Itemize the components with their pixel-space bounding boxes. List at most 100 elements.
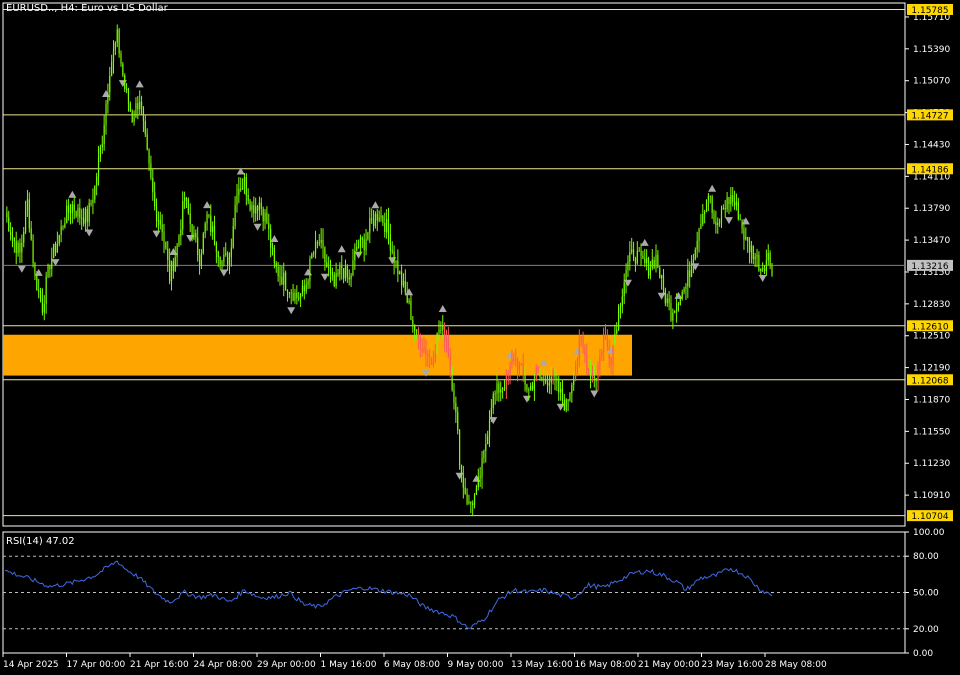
candle-body bbox=[696, 240, 698, 250]
candle-body bbox=[689, 270, 691, 277]
candle-body bbox=[464, 487, 466, 494]
candle-body bbox=[685, 286, 687, 289]
candle-body bbox=[122, 63, 124, 76]
candle-body bbox=[90, 202, 92, 204]
candle-body bbox=[241, 187, 244, 190]
candle-body bbox=[655, 254, 657, 268]
candle-body bbox=[268, 223, 270, 230]
candle-body bbox=[502, 388, 504, 390]
candle-body bbox=[649, 267, 652, 276]
candle-body bbox=[99, 147, 102, 158]
candle-body bbox=[10, 231, 12, 236]
fractal-down-marker bbox=[657, 292, 666, 300]
candle-body bbox=[170, 261, 173, 282]
candle-body bbox=[747, 237, 749, 242]
candle-body bbox=[251, 204, 253, 210]
rsi-level-label: 100.00 bbox=[913, 528, 945, 538]
candle-body bbox=[606, 338, 608, 347]
candle-body bbox=[399, 271, 401, 275]
candle-body bbox=[391, 250, 393, 252]
candle-body bbox=[604, 335, 607, 339]
candle-body bbox=[21, 242, 23, 253]
candle-body bbox=[610, 358, 612, 366]
candle-body bbox=[298, 297, 300, 299]
candle-body bbox=[640, 250, 642, 256]
candle-body bbox=[285, 272, 287, 290]
candle-body bbox=[309, 258, 311, 282]
candle-body bbox=[127, 89, 130, 104]
level-price-label: 1.14186 bbox=[911, 165, 948, 175]
candle-body bbox=[262, 208, 264, 222]
price-tick-label: 1.15390 bbox=[913, 45, 950, 55]
candle-body bbox=[167, 248, 169, 261]
candle-body bbox=[460, 464, 463, 476]
candle-body bbox=[679, 298, 681, 305]
candle-body bbox=[204, 223, 206, 234]
candle-body bbox=[631, 249, 633, 253]
candle-body bbox=[155, 206, 158, 221]
candle-body bbox=[722, 207, 724, 210]
price-tick-label: 1.12510 bbox=[913, 332, 950, 342]
candle-body bbox=[94, 185, 96, 200]
candle-body bbox=[221, 261, 223, 265]
candle-body bbox=[524, 374, 526, 385]
candle-body bbox=[232, 226, 234, 248]
candle-body bbox=[54, 243, 57, 253]
time-tick-label: 29 Apr 00:00 bbox=[257, 660, 316, 670]
candle-body bbox=[8, 217, 10, 232]
fractal-down-marker bbox=[590, 390, 599, 398]
candle-body bbox=[305, 284, 307, 292]
fractal-down-marker bbox=[354, 251, 363, 259]
candle-body bbox=[363, 239, 365, 251]
candle-body bbox=[253, 204, 255, 214]
candle-body bbox=[687, 270, 689, 287]
candle-body bbox=[161, 224, 163, 233]
candle-body bbox=[382, 215, 384, 223]
candle-body bbox=[440, 329, 442, 331]
candle-body bbox=[189, 213, 191, 224]
candle-body bbox=[569, 393, 571, 401]
candle-body bbox=[698, 228, 700, 241]
candle-body bbox=[488, 420, 491, 437]
candle-body bbox=[97, 157, 100, 177]
candle-body bbox=[279, 276, 281, 278]
candle-body bbox=[715, 221, 717, 226]
price-chart[interactable]: 1.157101.153901.150701.147501.144301.141… bbox=[0, 0, 960, 675]
candle-body bbox=[140, 101, 143, 108]
candle-body bbox=[552, 371, 554, 377]
candle-body bbox=[735, 201, 738, 206]
candle-body bbox=[154, 192, 156, 207]
candle-body bbox=[148, 149, 150, 164]
candle-body bbox=[185, 198, 188, 200]
candle-body bbox=[453, 389, 455, 404]
candle-body bbox=[619, 306, 622, 308]
candle-body bbox=[329, 268, 332, 272]
candle-body bbox=[24, 210, 27, 233]
fractal-up-marker bbox=[640, 238, 649, 246]
candle-body bbox=[88, 202, 90, 222]
candle-body bbox=[249, 200, 251, 210]
candle-body bbox=[86, 209, 88, 222]
candle-body bbox=[520, 363, 522, 365]
fractal-down-marker bbox=[186, 234, 195, 242]
candle-body bbox=[505, 374, 507, 390]
candle-body bbox=[638, 250, 640, 252]
candle-body bbox=[468, 501, 470, 504]
candle-body bbox=[442, 325, 444, 330]
time-tick-label: 1 May 16:00 bbox=[321, 660, 377, 670]
rsi-level-label: 20.00 bbox=[913, 625, 939, 635]
candle-body bbox=[75, 210, 77, 217]
candle-body bbox=[311, 254, 313, 259]
candle-body bbox=[584, 346, 586, 355]
candle-body bbox=[105, 103, 107, 126]
fractal-up-marker bbox=[741, 217, 750, 225]
candle-body bbox=[651, 259, 653, 268]
candle-body bbox=[694, 249, 696, 260]
fractal-down-marker bbox=[623, 279, 632, 287]
candle-body bbox=[704, 211, 706, 215]
candle-body bbox=[73, 204, 75, 211]
candle-body bbox=[247, 195, 249, 201]
candle-body bbox=[629, 252, 631, 262]
fractal-up-marker bbox=[304, 268, 313, 276]
candle-body bbox=[533, 380, 536, 390]
